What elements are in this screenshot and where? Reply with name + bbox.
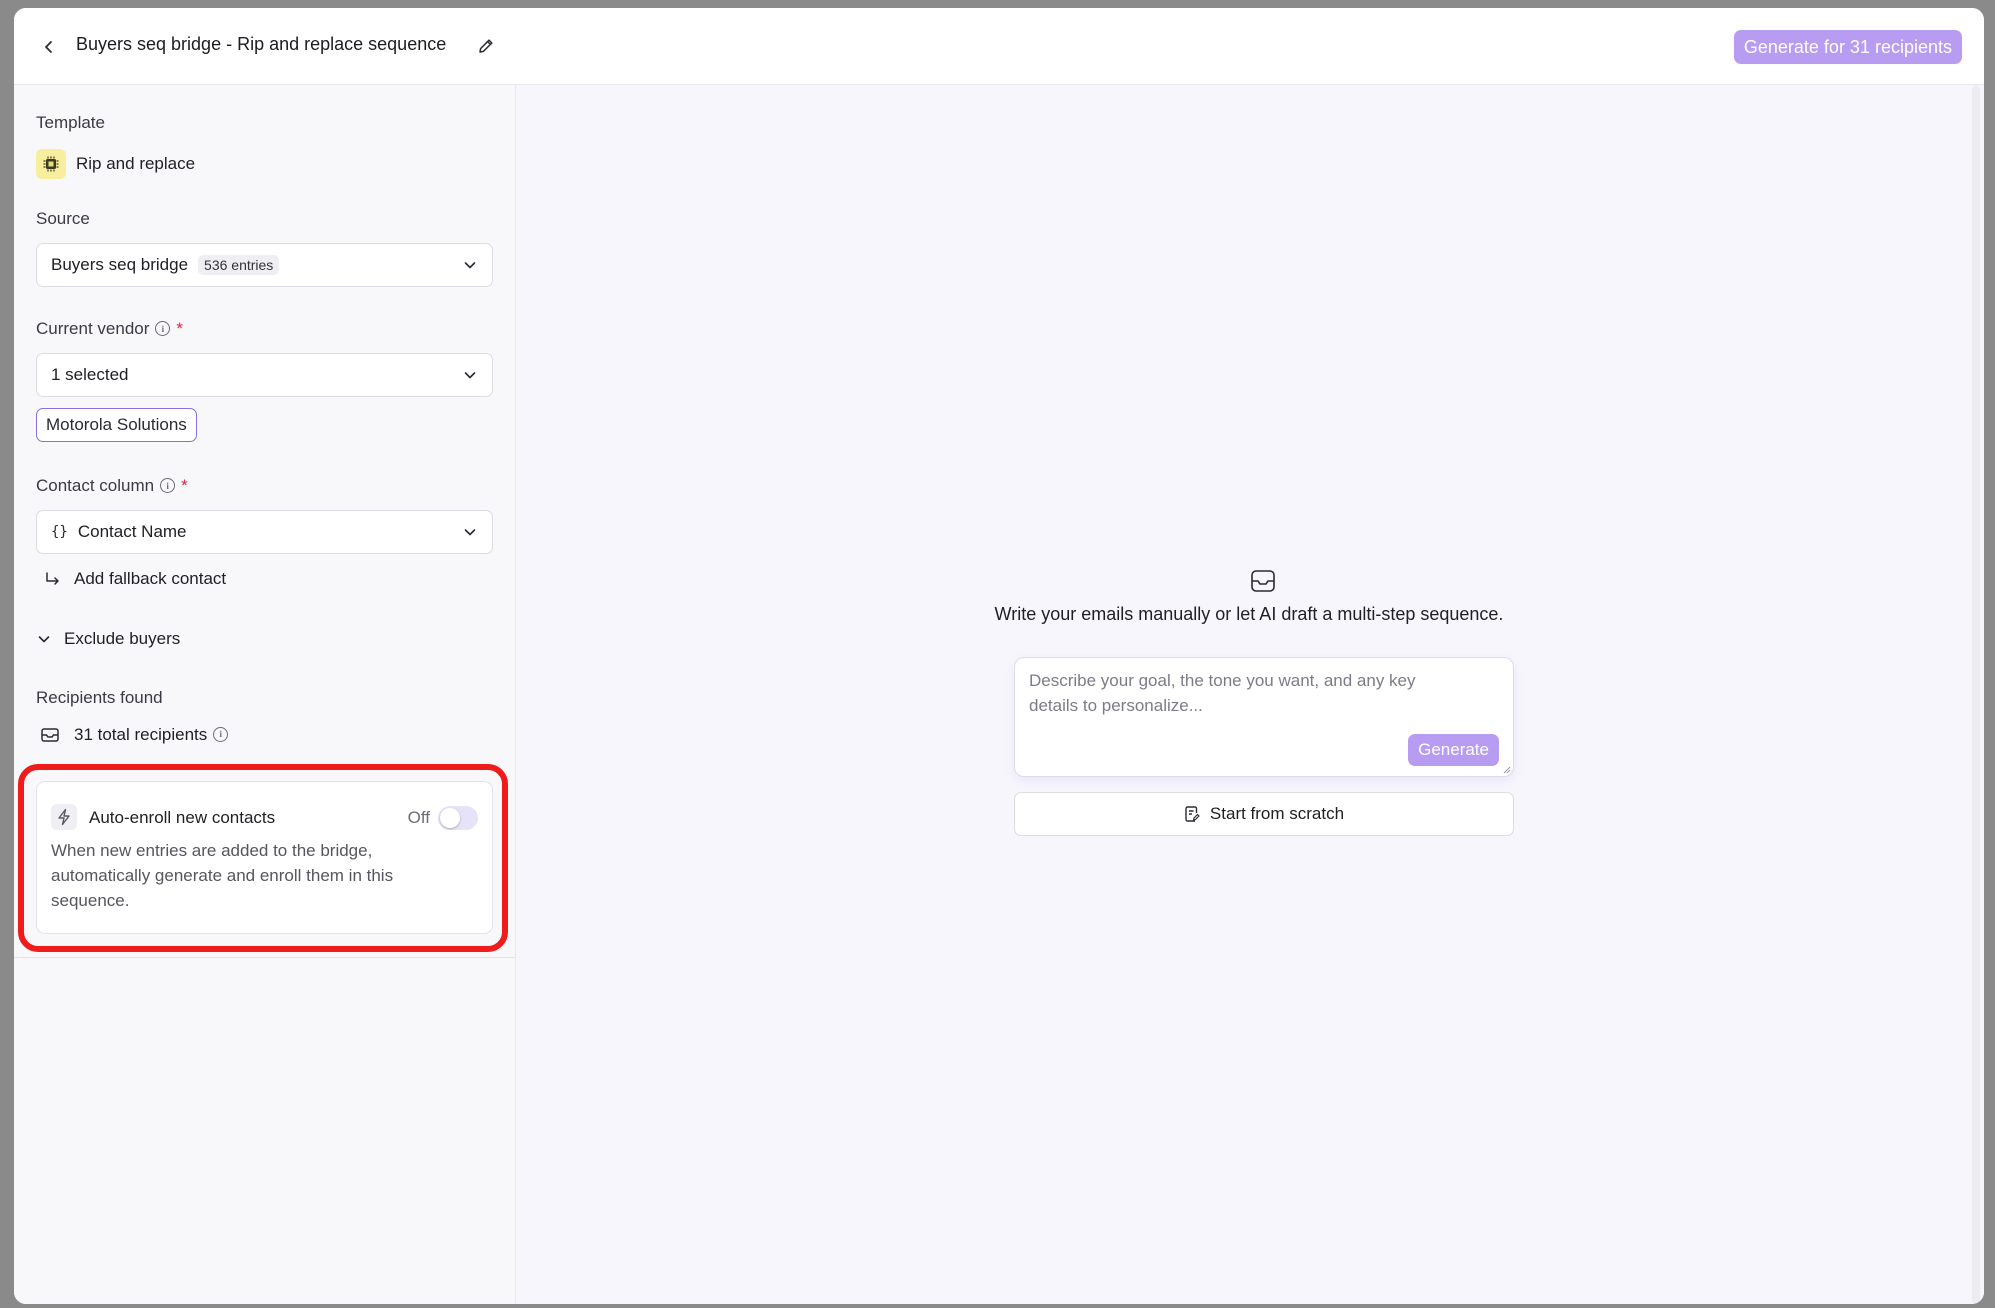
template-row: Rip and replace: [36, 149, 195, 179]
source-value: Buyers seq bridge: [51, 255, 189, 274]
chevron-down-icon: [464, 529, 476, 536]
corner-down-right-icon: [46, 572, 59, 585]
chevron-down-icon: [38, 636, 50, 643]
recipients-row: 31 total recipients i: [40, 725, 229, 745]
prompt-placeholder: Describe your goal, the tone you want, a…: [1029, 671, 1416, 715]
vendor-value: 1 selected: [51, 365, 129, 384]
generate-for-recipients-button[interactable]: Generate for 31 recipients: [1733, 30, 1962, 64]
contact-value: Contact Name: [77, 522, 187, 541]
scrollbar[interactable]: [1972, 85, 1980, 1304]
inbox-icon: [41, 728, 59, 742]
start-from-scratch-button[interactable]: Start from scratch: [1014, 792, 1514, 836]
highlight-box: [18, 764, 508, 952]
info-icon[interactable]: i: [213, 726, 229, 742]
empty-state-text: Write your emails manually or let AI dra…: [994, 604, 1504, 624]
document-edit-icon: [1185, 806, 1200, 822]
source-select[interactable]: Buyers seq bridge 536 entries: [36, 243, 493, 287]
resize-grip-icon[interactable]: [1501, 764, 1511, 774]
main-content: Write your emails manually or let AI dra…: [516, 85, 1984, 1304]
contact-label-row: Contact column i *: [36, 476, 188, 496]
required-asterisk: *: [181, 476, 188, 495]
info-icon[interactable]: i: [155, 321, 171, 337]
entries-badge: 536 entries: [198, 255, 280, 275]
vendor-label-row: Current vendor i *: [36, 319, 183, 339]
required-asterisk: *: [176, 319, 184, 338]
app-window: Buyers seq bridge - Rip and replace sequ…: [14, 8, 1984, 1304]
vendor-select[interactable]: 1 selected: [36, 353, 493, 397]
info-icon[interactable]: i: [160, 478, 176, 494]
contact-column-select[interactable]: {} Contact Name: [36, 510, 493, 554]
chevron-left-icon: [45, 41, 52, 53]
top-bar: Buyers seq bridge - Rip and replace sequ…: [14, 8, 1984, 85]
braces-icon: {}: [51, 524, 68, 540]
vendor-label: Current vendor: [36, 319, 150, 338]
vendor-chip[interactable]: Motorola Solutions: [36, 408, 197, 442]
recipients-count: 31 total recipients: [74, 725, 208, 744]
contact-label: Contact column: [36, 476, 155, 495]
generate-button[interactable]: Generate: [1408, 734, 1499, 766]
template-name: Rip and replace: [76, 154, 196, 173]
add-fallback-contact-link[interactable]: Add fallback contact: [44, 569, 226, 589]
edit-title-button[interactable]: [474, 34, 498, 58]
recipients-label: Recipients found: [36, 688, 163, 707]
back-button[interactable]: [36, 34, 62, 60]
sidebar: Template Rip and replace Source Buyers s…: [14, 85, 516, 1304]
chevron-down-icon: [464, 372, 476, 379]
chevron-down-icon: [464, 262, 476, 269]
add-fallback-label: Add fallback contact: [74, 569, 227, 588]
source-label: Source: [36, 209, 90, 228]
prompt-textarea[interactable]: Describe your goal, the tone you want, a…: [1014, 657, 1514, 777]
template-label: Template: [36, 113, 105, 132]
pencil-icon: [479, 39, 493, 53]
chip-icon: [36, 149, 66, 179]
exclude-buyers-label: Exclude buyers: [64, 629, 181, 648]
start-from-scratch-label: Start from scratch: [1209, 804, 1345, 823]
sidebar-divider: [14, 957, 515, 958]
inbox-icon: [1251, 570, 1275, 592]
page-title: Buyers seq bridge - Rip and replace sequ…: [76, 34, 447, 54]
exclude-buyers-toggle[interactable]: Exclude buyers: [36, 629, 180, 649]
